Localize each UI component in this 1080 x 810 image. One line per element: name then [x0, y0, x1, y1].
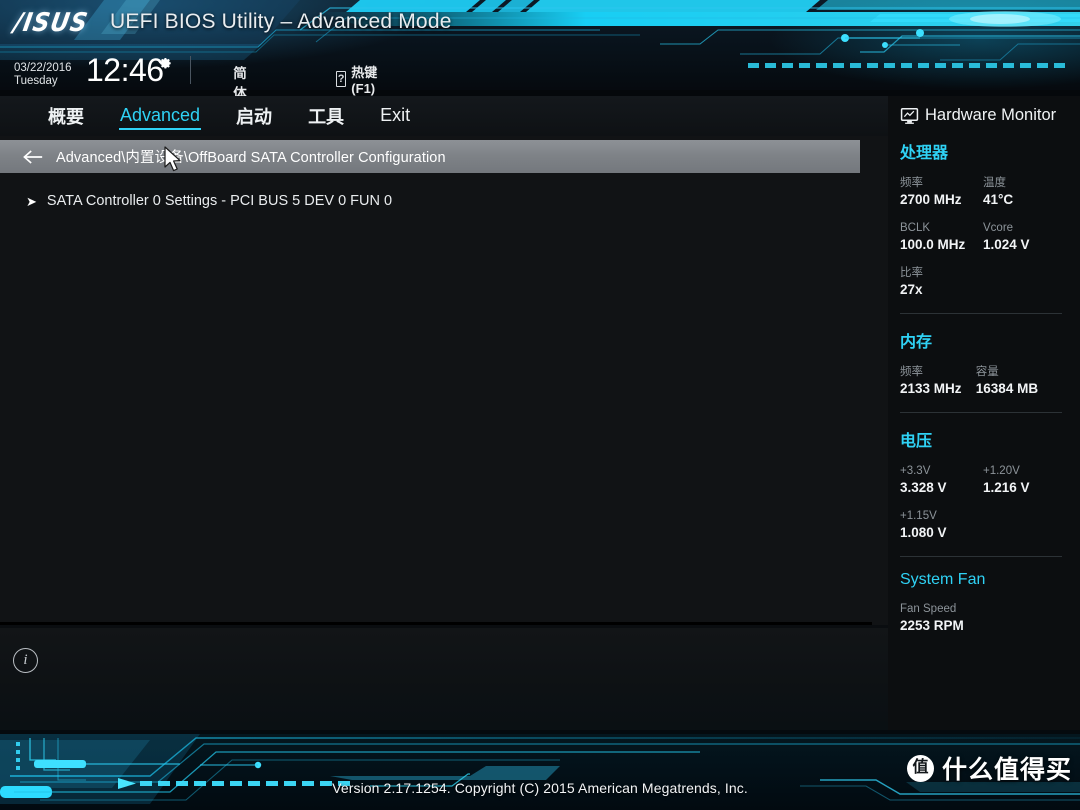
hw-value: 2700 MHz [900, 192, 962, 207]
language-label: 简体中文 [233, 66, 247, 96]
date-block: 03/22/2016 Tuesday [14, 62, 72, 88]
hardware-monitor-header: Hardware Monitor [900, 106, 1066, 125]
hw-section-voltage-title: 电压 [900, 433, 933, 450]
hw-label: +1.15V [900, 510, 937, 522]
hw-value: 1.080 V [900, 525, 947, 540]
watermark-text: 什么值得买 [941, 756, 1072, 784]
breadcrumb: Advanced\内置设备\OffBoard SATA Controller C… [56, 150, 446, 166]
tab-tool[interactable]: 工具 [290, 101, 362, 132]
hw-value: 3.328 V [900, 480, 947, 495]
hw-cell: +1.20V 1.216 V [983, 463, 1066, 497]
back-arrow-icon[interactable] [22, 149, 44, 165]
hw-row: BCLK 100.0 MHz Vcore 1.024 V [900, 220, 1066, 254]
hw-label: 容量 [975, 366, 999, 378]
hw-label: Fan Speed [900, 603, 957, 615]
hardware-monitor-panel: Hardware Monitor 处理器 频率 2700 MHz 温度 41°C… [888, 96, 1080, 730]
watermark: 值 什么值得买 [906, 750, 1072, 786]
tab-summary[interactable]: 概要 [30, 101, 102, 132]
gear-icon[interactable] [157, 56, 173, 72]
hw-divider [900, 556, 1062, 557]
hotkey-label: 热键(F1) [351, 65, 378, 96]
hw-label: 温度 [983, 177, 1006, 189]
hw-section-memory-title: 内存 [900, 334, 933, 351]
hw-value: 1.024 V [983, 237, 1030, 252]
breadcrumb-bar[interactable]: Advanced\内置设备\OffBoard SATA Controller C… [0, 140, 860, 173]
hardware-monitor-title: Hardware Monitor [925, 106, 1057, 124]
hw-label: 频率 [900, 366, 923, 378]
hw-cell: +1.15V 1.080 V [900, 508, 984, 542]
hw-cell: BCLK 100.0 MHz [900, 220, 983, 254]
menu-item-sata-controller-0[interactable]: ➤ SATA Controller 0 Settings - PCI BUS 5… [0, 187, 860, 215]
hw-row: +3.3V 3.328 V +1.20V 1.216 V [900, 463, 1066, 497]
title-banner: /ISUS UEFI BIOS Utility – Advanced Mode … [0, 0, 1080, 96]
hw-value: 16384 MB [975, 381, 1039, 396]
clock-time: 12:46 [86, 52, 164, 88]
info-strip: i [0, 628, 888, 730]
mouse-cursor [164, 146, 181, 172]
language-selector[interactable]: 简体中文 [220, 62, 257, 96]
hw-cell: 容量 16384 MB [976, 364, 1066, 398]
hw-row: 频率 2700 MHz 温度 41°C [900, 175, 1066, 209]
asus-logo: /ISUS [11, 8, 91, 38]
hw-row: 频率 2133 MHz 容量 16384 MB [900, 364, 1066, 398]
tab-exit[interactable]: Exit [362, 103, 428, 129]
hw-label: +3.3V [900, 465, 931, 477]
menu-item-label: SATA Controller 0 Settings - PCI BUS 5 D… [46, 193, 393, 209]
hw-value: 2253 RPM [900, 618, 964, 633]
hw-row: 比率 27x [900, 265, 1066, 299]
hotkey-button[interactable]: ? 热键(F1) [336, 62, 381, 96]
hw-divider [900, 313, 1062, 314]
tab-boot[interactable]: 启动 [218, 101, 290, 132]
page-title: UEFI BIOS Utility – Advanced Mode [110, 10, 452, 33]
weekday-text: Tuesday [14, 75, 58, 87]
hw-label: +1.20V [983, 465, 1020, 477]
hw-label: BCLK [900, 222, 931, 234]
tab-advanced[interactable]: Advanced [102, 103, 218, 130]
hw-label: 比率 [900, 267, 923, 279]
divider [190, 56, 191, 84]
date-text: 03/22/2016 [14, 62, 72, 74]
main-content: Advanced\内置设备\OffBoard SATA Controller C… [0, 136, 888, 625]
hw-cell: 频率 2700 MHz [900, 175, 983, 209]
hw-cell: +3.3V 3.328 V [900, 463, 983, 497]
hw-value: 1.216 V [983, 480, 1030, 495]
hw-value: 41°C [983, 192, 1014, 207]
watermark-badge: 值 [906, 754, 934, 782]
content-divider [0, 622, 872, 625]
hw-cell: Vcore 1.024 V [983, 220, 1066, 254]
hw-cell: 温度 41°C [983, 175, 1066, 209]
info-icon[interactable]: i [13, 648, 38, 673]
hw-value: 27x [900, 282, 923, 297]
hw-cell: 频率 2133 MHz [900, 364, 976, 398]
hw-section-cpu-title: 处理器 [900, 145, 949, 162]
hw-label: Vcore [983, 222, 1014, 234]
hw-value: 100.0 MHz [900, 237, 966, 252]
question-box-icon: ? [336, 71, 347, 87]
hw-value: 2133 MHz [900, 381, 962, 396]
footer-bar: Version 2.17.1254. Copyright (C) 2015 Am… [0, 730, 1080, 810]
hw-cell: Fan Speed 2253 RPM [900, 601, 1000, 635]
hw-divider [900, 412, 1062, 413]
main-tabbar: 概要 Advanced 启动 工具 Exit [0, 96, 888, 136]
monitor-chart-icon [900, 108, 919, 124]
hw-cell: 比率 27x [900, 265, 984, 299]
bios-screen: /ISUS UEFI BIOS Utility – Advanced Mode … [0, 0, 1080, 810]
chevron-right-icon: ➤ [26, 193, 37, 209]
hw-label: 频率 [900, 177, 923, 189]
hw-section-fan-title: System Fan [900, 571, 986, 588]
hw-row: Fan Speed 2253 RPM [900, 601, 1066, 635]
hw-row: +1.15V 1.080 V [900, 508, 1066, 542]
